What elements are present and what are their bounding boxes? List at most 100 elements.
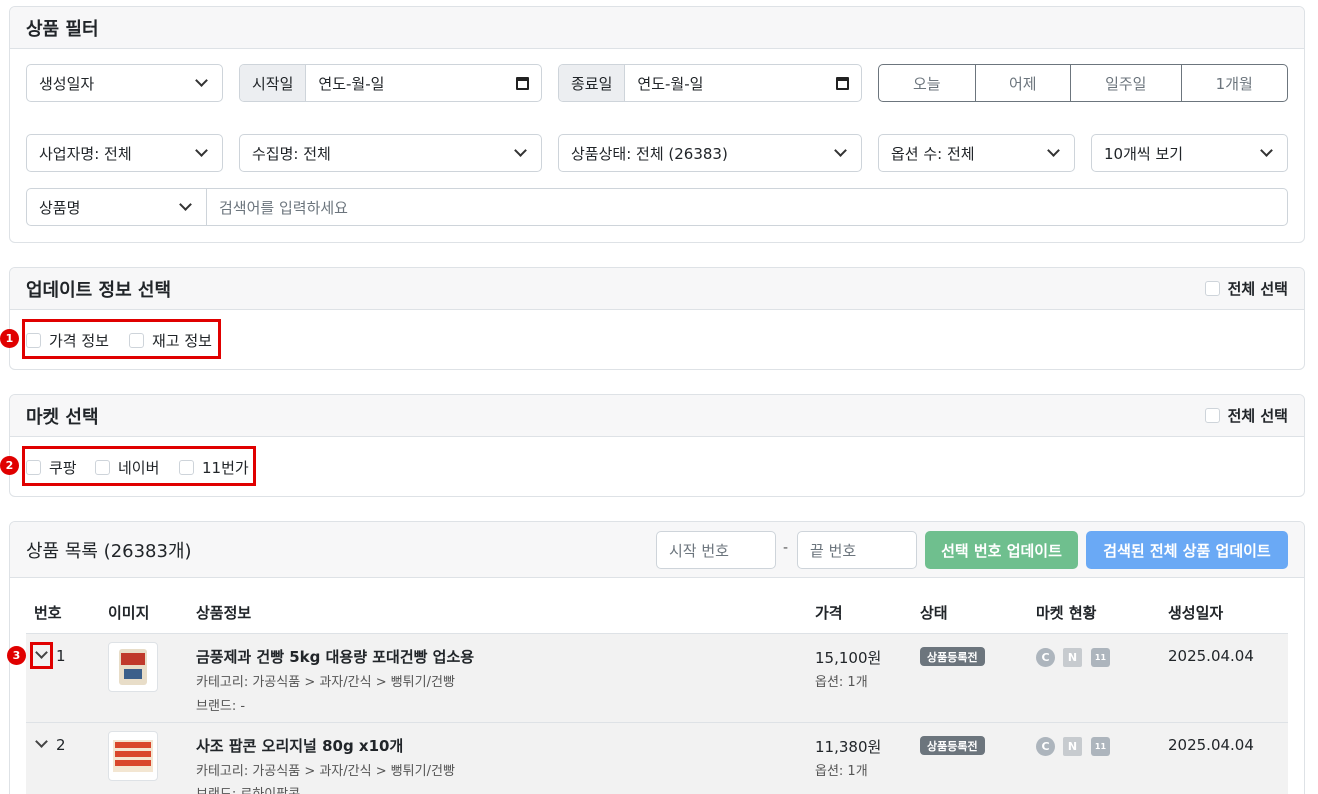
col-header-market: 마켓 현황 bbox=[1036, 604, 1097, 622]
start-date-placeholder: 연도-월-일 bbox=[318, 74, 385, 93]
quick-range-week[interactable]: 일주일 bbox=[1071, 65, 1182, 101]
checkbox[interactable] bbox=[1204, 408, 1220, 423]
row-number: 2 bbox=[56, 736, 66, 754]
11st-market-icon: 11 bbox=[1091, 648, 1110, 667]
product-name[interactable]: 사조 팝콘 오리지널 80g x10개 bbox=[196, 735, 403, 756]
collection-value: 수집명: 전체 bbox=[252, 144, 331, 163]
update-info-select-all[interactable]: 전체 선택 bbox=[1204, 278, 1288, 299]
marker-badge-2: 2 bbox=[0, 456, 19, 475]
price-info-label: 가격 정보 bbox=[49, 332, 109, 350]
search-field-value: 상품명 bbox=[39, 198, 81, 217]
col-header-number: 번호 bbox=[34, 604, 62, 622]
page-size-select[interactable]: 10개씩 보기 bbox=[1091, 134, 1288, 172]
product-category: 카테고리: 가공식품 > 과자/간식 > 뻥튀기/건빵 bbox=[196, 675, 455, 690]
checkbox[interactable] bbox=[179, 460, 194, 475]
option-count-value: 옵션 수: 전체 bbox=[891, 144, 975, 163]
product-list-title: 상품 목록 (26383개) bbox=[26, 540, 192, 562]
col-header-image: 이미지 bbox=[108, 604, 150, 622]
date-type-select[interactable]: 생성일자 bbox=[26, 64, 223, 102]
chevron-down-icon bbox=[195, 144, 208, 157]
quick-range-yesterday[interactable]: 어제 bbox=[976, 65, 1072, 101]
end-number-placeholder: 끝 번호 bbox=[810, 541, 857, 560]
naver-market-icon: N bbox=[1063, 737, 1082, 756]
collection-select[interactable]: 수집명: 전체 bbox=[239, 134, 542, 172]
chevron-down-icon bbox=[195, 74, 208, 87]
search-placeholder: 검색어를 입력하세요 bbox=[219, 198, 348, 217]
naver-label: 네이버 bbox=[118, 459, 160, 477]
product-brand: 브랜드: - bbox=[196, 699, 246, 714]
update-all-button[interactable]: 검색된 전체 상품 업데이트 bbox=[1086, 531, 1288, 569]
row-number: 1 bbox=[56, 647, 66, 665]
status-badge: 상품등록전 bbox=[920, 647, 985, 666]
product-option-count: 옵션: 1개 bbox=[815, 764, 868, 779]
quick-range-month[interactable]: 1개월 bbox=[1182, 65, 1287, 101]
11st-checkbox[interactable]: 11번가 bbox=[179, 457, 249, 478]
update-selected-button[interactable]: 선택 번호 업데이트 bbox=[925, 531, 1078, 569]
stock-info-checkbox[interactable]: 재고 정보 bbox=[129, 330, 212, 351]
coupang-market-icon: C bbox=[1036, 648, 1055, 667]
product-price: 11,380원 bbox=[815, 738, 882, 756]
business-select[interactable]: 사업자명: 전체 bbox=[26, 134, 223, 172]
chevron-down-icon bbox=[1260, 144, 1273, 157]
select-all-label: 전체 선택 bbox=[1227, 407, 1288, 425]
11st-label: 11번가 bbox=[202, 459, 249, 477]
calendar-icon[interactable] bbox=[516, 76, 529, 90]
stock-info-label: 재고 정보 bbox=[152, 332, 212, 350]
end-date-placeholder: 연도-월-일 bbox=[637, 74, 704, 93]
market-title: 마켓 선택 bbox=[26, 406, 99, 428]
quick-range-today[interactable]: 오늘 bbox=[879, 65, 976, 101]
quick-range-group: 오늘 어제 일주일 1개월 bbox=[878, 64, 1288, 102]
calendar-icon[interactable] bbox=[836, 76, 849, 90]
option-count-select[interactable]: 옵션 수: 전체 bbox=[878, 134, 1075, 172]
range-separator: - bbox=[783, 540, 789, 556]
status-badge: 상품등록전 bbox=[920, 736, 985, 755]
created-date: 2025.04.04 bbox=[1168, 647, 1254, 665]
checkbox[interactable] bbox=[26, 460, 41, 475]
checkbox[interactable] bbox=[95, 460, 110, 475]
date-type-value: 생성일자 bbox=[39, 74, 95, 93]
product-price: 15,100원 bbox=[815, 649, 882, 667]
marker-badge-3: 3 bbox=[7, 646, 26, 665]
start-number-input[interactable]: 시작 번호 bbox=[656, 531, 776, 569]
col-header-status: 상태 bbox=[920, 604, 948, 622]
end-number-input[interactable]: 끝 번호 bbox=[797, 531, 917, 569]
market-select-all[interactable]: 전체 선택 bbox=[1204, 405, 1288, 426]
product-name[interactable]: 금풍제과 건빵 5kg 대용량 포대건빵 업소용 bbox=[196, 646, 474, 667]
checkbox[interactable] bbox=[129, 333, 144, 348]
product-option-count: 옵션: 1개 bbox=[815, 675, 868, 690]
chevron-down-icon bbox=[1047, 144, 1060, 157]
checkbox[interactable] bbox=[26, 333, 41, 348]
search-input[interactable]: 검색어를 입력하세요 bbox=[207, 189, 1287, 225]
col-header-info: 상품정보 bbox=[196, 604, 252, 622]
price-info-checkbox[interactable]: 가격 정보 bbox=[26, 330, 109, 351]
start-date-group: 시작일 연도-월-일 bbox=[239, 64, 542, 102]
checkbox[interactable] bbox=[1204, 281, 1220, 296]
product-status-value: 상품상태: 전체 (26383) bbox=[571, 144, 728, 163]
11st-market-icon: 11 bbox=[1091, 737, 1110, 756]
start-number-placeholder: 시작 번호 bbox=[669, 541, 729, 560]
created-date: 2025.04.04 bbox=[1168, 736, 1254, 754]
product-filter-title: 상품 필터 bbox=[26, 18, 99, 40]
end-date-group: 종료일 연도-월-일 bbox=[558, 64, 862, 102]
coupang-market-icon: C bbox=[1036, 737, 1055, 756]
end-date-label: 종료일 bbox=[559, 65, 626, 101]
product-image[interactable] bbox=[108, 731, 158, 781]
update-info-title: 업데이트 정보 선택 bbox=[26, 279, 172, 301]
col-header-price: 가격 bbox=[815, 604, 843, 622]
page-size-value: 10개씩 보기 bbox=[1104, 144, 1184, 163]
coupang-checkbox[interactable]: 쿠팡 bbox=[26, 457, 77, 478]
product-image[interactable] bbox=[108, 642, 158, 692]
product-brand: 브랜드: 로하이팝콘 bbox=[196, 783, 300, 794]
start-date-input[interactable]: 연도-월-일 bbox=[306, 65, 541, 101]
naver-checkbox[interactable]: 네이버 bbox=[95, 457, 159, 478]
naver-market-icon: N bbox=[1063, 648, 1082, 667]
search-field-select[interactable]: 상품명 bbox=[27, 189, 207, 225]
update-info-header: 업데이트 정보 선택 전체 선택 bbox=[10, 268, 1304, 310]
business-value: 사업자명: 전체 bbox=[39, 144, 132, 163]
chevron-down-icon bbox=[179, 198, 192, 211]
product-status-select[interactable]: 상품상태: 전체 (26383) bbox=[558, 134, 862, 172]
market-header: 마켓 선택 전체 선택 bbox=[10, 395, 1304, 437]
end-date-input[interactable]: 연도-월-일 bbox=[625, 65, 861, 101]
marker-badge-1: 1 bbox=[0, 329, 19, 348]
coupang-label: 쿠팡 bbox=[49, 459, 77, 477]
